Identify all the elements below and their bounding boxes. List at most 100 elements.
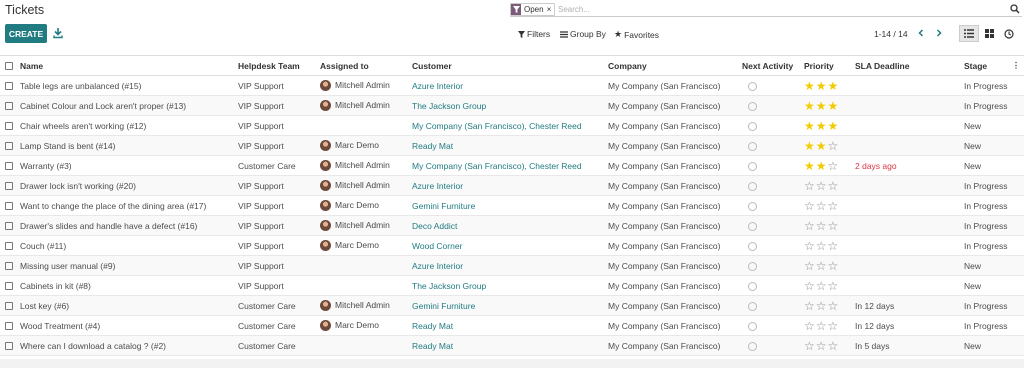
priority-stars[interactable]: ☆☆☆ bbox=[802, 195, 853, 216]
activity-clock-icon[interactable] bbox=[748, 101, 757, 111]
table-row[interactable]: Warranty (#3) Customer Care Mitchell Admin… bbox=[0, 155, 1024, 176]
star-empty-icon[interactable]: ☆ bbox=[828, 219, 839, 233]
activity-clock-icon[interactable] bbox=[748, 321, 757, 331]
priority-stars[interactable]: ☆☆☆ bbox=[802, 175, 853, 196]
row-checkbox[interactable] bbox=[5, 82, 13, 91]
customer-link[interactable]: Azure Interior bbox=[410, 75, 606, 96]
customer-link[interactable]: Ready Mat bbox=[410, 135, 606, 156]
priority-stars[interactable]: ★★☆ bbox=[802, 155, 853, 176]
activity-view-button[interactable] bbox=[999, 25, 1019, 42]
star-empty-icon[interactable]: ☆ bbox=[828, 159, 839, 173]
customer-link[interactable]: Ready Mat bbox=[410, 315, 606, 336]
row-checkbox[interactable] bbox=[5, 222, 13, 231]
star-empty-icon[interactable]: ☆ bbox=[804, 199, 815, 213]
column-header[interactable]: SLA Deadline bbox=[853, 55, 962, 76]
star-empty-icon[interactable]: ☆ bbox=[828, 259, 839, 273]
table-row[interactable]: Where can I download a catalog ? (#2) Cus… bbox=[0, 335, 1024, 356]
column-header[interactable]: Priority bbox=[802, 55, 853, 76]
star-empty-icon[interactable]: ☆ bbox=[828, 139, 839, 153]
row-checkbox[interactable] bbox=[5, 162, 13, 171]
table-row[interactable]: Drawer lock isn't working (#20) VIP Suppo… bbox=[0, 175, 1024, 196]
table-row[interactable]: Cabinets in kit (#8) VIP Support The Jacks… bbox=[0, 275, 1024, 296]
optional-columns-icon[interactable]: ⋮ bbox=[1010, 55, 1024, 76]
star-empty-icon[interactable]: ☆ bbox=[804, 319, 815, 333]
table-row[interactable]: Table legs are unbalanced (#15) VIP Suppo… bbox=[0, 75, 1024, 96]
customer-link[interactable]: Wood Corner bbox=[410, 235, 606, 256]
star-filled-icon[interactable]: ★ bbox=[816, 99, 827, 113]
customer-link[interactable]: Deco Addict bbox=[410, 215, 606, 236]
table-row[interactable]: Couch (#11) VIP Support Marc Demo Wood Corn… bbox=[0, 235, 1024, 256]
star-filled-icon[interactable]: ★ bbox=[816, 119, 827, 133]
star-empty-icon[interactable]: ☆ bbox=[828, 339, 839, 353]
star-empty-icon[interactable]: ☆ bbox=[828, 239, 839, 253]
star-filled-icon[interactable]: ★ bbox=[828, 99, 839, 113]
row-checkbox[interactable] bbox=[5, 302, 13, 311]
activity-clock-icon[interactable] bbox=[748, 141, 757, 151]
star-filled-icon[interactable]: ★ bbox=[804, 119, 815, 133]
column-header[interactable]: Next Activity bbox=[740, 55, 802, 76]
priority-stars[interactable]: ☆☆☆ bbox=[802, 255, 853, 276]
star-filled-icon[interactable]: ★ bbox=[804, 99, 815, 113]
star-empty-icon[interactable]: ☆ bbox=[816, 279, 827, 293]
priority-stars[interactable]: ★★★ bbox=[802, 115, 853, 136]
star-empty-icon[interactable]: ☆ bbox=[804, 339, 815, 353]
create-button[interactable]: CREATE bbox=[5, 24, 47, 43]
row-checkbox[interactable] bbox=[5, 122, 13, 131]
table-row[interactable]: Lost key (#6) Customer Care Mitchell Admin… bbox=[0, 295, 1024, 316]
row-checkbox[interactable] bbox=[5, 242, 13, 251]
star-empty-icon[interactable]: ☆ bbox=[828, 179, 839, 193]
star-filled-icon[interactable]: ★ bbox=[828, 119, 839, 133]
star-empty-icon[interactable]: ☆ bbox=[828, 299, 839, 313]
column-header[interactable]: Stage bbox=[962, 55, 1010, 76]
star-empty-icon[interactable]: ☆ bbox=[816, 299, 827, 313]
activity-clock-icon[interactable] bbox=[748, 181, 757, 191]
chevron-left-icon[interactable] bbox=[916, 28, 926, 38]
chevron-right-icon[interactable] bbox=[934, 28, 944, 38]
star-empty-icon[interactable]: ☆ bbox=[828, 279, 839, 293]
row-checkbox[interactable] bbox=[5, 282, 13, 291]
table-row[interactable]: Chair wheels aren't working (#12) VIP Sup… bbox=[0, 115, 1024, 136]
star-empty-icon[interactable]: ☆ bbox=[804, 239, 815, 253]
priority-stars[interactable]: ☆☆☆ bbox=[802, 295, 853, 316]
activity-clock-icon[interactable] bbox=[748, 121, 757, 131]
row-checkbox[interactable] bbox=[5, 182, 13, 191]
star-empty-icon[interactable]: ☆ bbox=[804, 279, 815, 293]
star-empty-icon[interactable]: ☆ bbox=[816, 339, 827, 353]
column-header[interactable]: Customer bbox=[410, 55, 606, 76]
star-empty-icon[interactable]: ☆ bbox=[804, 219, 815, 233]
star-filled-icon[interactable]: ★ bbox=[816, 159, 827, 173]
activity-clock-icon[interactable] bbox=[748, 241, 757, 251]
priority-stars[interactable]: ★★★ bbox=[802, 75, 853, 96]
star-empty-icon[interactable]: ☆ bbox=[816, 219, 827, 233]
star-empty-icon[interactable]: ☆ bbox=[804, 299, 815, 313]
row-checkbox[interactable] bbox=[5, 262, 13, 271]
activity-clock-icon[interactable] bbox=[748, 281, 757, 291]
activity-clock-icon[interactable] bbox=[748, 161, 757, 171]
priority-stars[interactable]: ☆☆☆ bbox=[802, 335, 853, 356]
star-filled-icon[interactable]: ★ bbox=[804, 159, 815, 173]
customer-link[interactable]: Gemini Furniture bbox=[410, 195, 606, 216]
table-row[interactable]: Wood Treatment (#4) Customer Care Marc Dem… bbox=[0, 315, 1024, 336]
favorites-button[interactable]: ★ Favorites bbox=[614, 29, 659, 40]
list-view-button[interactable] bbox=[959, 25, 979, 42]
star-empty-icon[interactable]: ☆ bbox=[828, 199, 839, 213]
column-header[interactable]: Assigned to bbox=[318, 55, 410, 76]
star-empty-icon[interactable]: ☆ bbox=[804, 179, 815, 193]
priority-stars[interactable]: ☆☆☆ bbox=[802, 315, 853, 336]
row-checkbox[interactable] bbox=[5, 142, 13, 151]
search-facet-open[interactable]: Open × bbox=[510, 3, 556, 16]
priority-stars[interactable]: ☆☆☆ bbox=[802, 275, 853, 296]
star-empty-icon[interactable]: ☆ bbox=[828, 319, 839, 333]
customer-link[interactable]: My Company (San Francisco), Chester Reed bbox=[410, 155, 606, 176]
customer-link[interactable]: Azure Interior bbox=[410, 255, 606, 276]
row-checkbox[interactable] bbox=[5, 202, 13, 211]
star-empty-icon[interactable]: ☆ bbox=[816, 199, 827, 213]
table-row[interactable]: Missing user manual (#9) VIP Support Azure… bbox=[0, 255, 1024, 276]
activity-clock-icon[interactable] bbox=[748, 261, 757, 271]
table-row[interactable]: Drawer's slides and handle have a defect… bbox=[0, 215, 1024, 236]
row-checkbox[interactable] bbox=[5, 322, 13, 331]
star-filled-icon[interactable]: ★ bbox=[816, 79, 827, 93]
search-icon[interactable] bbox=[1010, 4, 1020, 14]
activity-clock-icon[interactable] bbox=[748, 341, 757, 351]
activity-clock-icon[interactable] bbox=[748, 201, 757, 211]
